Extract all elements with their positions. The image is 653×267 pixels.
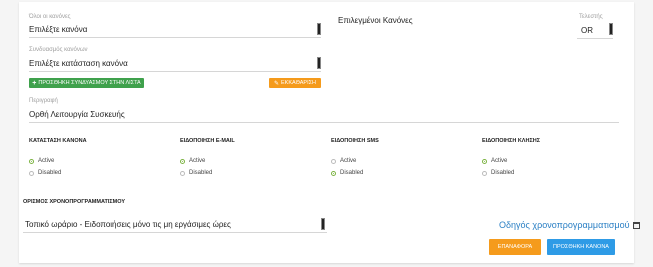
rule-status-title: ΚΑΤΑΣΤΑΣΗ ΚΑΝΟΝΑ — [29, 138, 87, 144]
scheduling-title: ΟΡΙΣΜΟΣ ΧΡΟΝΟΠΡΟΓΡΑΜΜΑΤΙΣΜΟΥ — [23, 199, 126, 205]
rule-status-active[interactable]: Active — [29, 158, 87, 164]
radio-checked-icon[interactable] — [29, 158, 34, 164]
radio-label: Disabled — [491, 170, 515, 176]
clear-button[interactable]: ✎ ΕΚΚΑΘΑΡΙΣΗ — [269, 78, 321, 88]
eraser-icon: ✎ — [273, 80, 280, 87]
radio-unchecked-icon[interactable] — [29, 170, 34, 176]
sms-notification-title: ΕΙΔΟΠΟΙΗΣΗ SMS — [331, 138, 379, 144]
radio-label: Disabled — [38, 170, 62, 176]
add-rule-button[interactable]: ΠΡΟΣΘΗΚΗ ΚΑΝΟΝΑ — [547, 239, 615, 255]
radio-unchecked-icon[interactable] — [482, 170, 487, 176]
radio-label: Active — [189, 158, 206, 164]
call-notification-title: ΕΙΔΟΠΟΙΗΣΗ ΚΛΗΣΗΣ — [482, 138, 541, 144]
email-notification-active[interactable]: Active — [180, 158, 235, 164]
radio-label: Active — [491, 158, 508, 164]
scheduling-underline — [23, 232, 327, 233]
rule-type-caret-icon[interactable] — [317, 23, 321, 35]
operator-underline — [577, 38, 613, 39]
radio-unchecked-icon[interactable] — [180, 170, 185, 176]
rule-combination-label: Συνδυασμός κανόνων — [29, 47, 88, 53]
rule-status-disabled[interactable]: Disabled — [29, 170, 87, 176]
call-notification-active[interactable]: Active — [482, 158, 540, 164]
rule-combination-select[interactable]: Επιλέξτε κατάσταση κανόνα — [29, 59, 319, 68]
clear-label: ΕΚΚΑΘΑΡΙΣΗ — [281, 80, 316, 86]
sms-notification-group: ΕΙΔΟΠΟΙΗΣΗ SMS Active Disabled — [331, 138, 379, 176]
scheduling-caret-icon[interactable] — [321, 218, 325, 230]
scheduling-select[interactable]: Τοπικό ωράριο - Ειδοποιήσεις μόνο τις μη… — [25, 220, 325, 229]
description-underline — [29, 122, 619, 123]
scheduling-guide-link[interactable]: Οδηγός χρονοπρογραμματισμού — [499, 220, 641, 230]
radio-unchecked-icon[interactable] — [331, 158, 336, 164]
email-notification-disabled[interactable]: Disabled — [180, 170, 235, 176]
rule-type-select[interactable]: Επιλέξτε κανόνα — [29, 25, 319, 34]
rule-type-underline — [29, 37, 321, 38]
radio-label: Disabled — [189, 170, 213, 176]
radio-label: Disabled — [340, 170, 364, 176]
radio-label: Active — [38, 158, 55, 164]
add-combination-button[interactable]: + ΠΡΟΣΘΗΚΗ ΣΥΝΔΥΑΣΜΟΥ ΣΤΗΝ ΛΙΣΤΑ — [29, 78, 144, 88]
operator-label: Τελεστής — [579, 14, 603, 20]
operator-caret-icon[interactable] — [609, 23, 613, 35]
calendar-icon[interactable] — [633, 222, 641, 229]
description-label: Περιγραφή — [29, 98, 58, 104]
rule-combination-underline — [29, 71, 321, 72]
rule-type-label: Όλοι οι κανόνες — [29, 14, 71, 20]
scheduling-guide-label[interactable]: Οδηγός χρονοπρογραμματισμού — [499, 220, 630, 230]
radio-checked-icon[interactable] — [482, 158, 487, 164]
radio-label: Active — [340, 158, 357, 164]
call-notification-disabled[interactable]: Disabled — [482, 170, 540, 176]
reset-button[interactable]: ΕΠΑΝΑΦΟΡΑ — [489, 239, 541, 255]
call-notification-group: ΕΙΔΟΠΟΙΗΣΗ ΚΛΗΣΗΣ Active Disabled — [482, 138, 540, 176]
radio-checked-icon[interactable] — [331, 170, 336, 176]
rule-combination-caret-icon[interactable] — [317, 57, 321, 69]
operator-select[interactable]: OR — [581, 26, 593, 35]
selected-rules-title: Επιλεγμένοι Κανόνες — [338, 16, 413, 25]
rule-form-card: Όλοι οι κανόνες Επιλέξτε κανόνα Επιλεγμέ… — [19, 2, 641, 263]
add-combination-label: ΠΡΟΣΘΗΚΗ ΣΥΝΔΥΑΣΜΟΥ ΣΤΗΝ ΛΙΣΤΑ — [38, 80, 141, 86]
rule-status-group: ΚΑΤΑΣΤΑΣΗ ΚΑΝΟΝΑ Active Disabled — [29, 138, 87, 176]
description-input[interactable]: Ορθή Λειτουργία Συσκευής — [29, 110, 619, 119]
plus-icon: + — [32, 79, 37, 87]
sms-notification-active[interactable]: Active — [331, 158, 379, 164]
sms-notification-disabled[interactable]: Disabled — [331, 170, 379, 176]
email-notification-group: ΕΙΔΟΠΟΙΗΣΗ E-MAIL Active Disabled — [180, 138, 235, 176]
email-notification-title: ΕΙΔΟΠΟΙΗΣΗ E-MAIL — [180, 138, 235, 144]
radio-checked-icon[interactable] — [180, 158, 185, 164]
